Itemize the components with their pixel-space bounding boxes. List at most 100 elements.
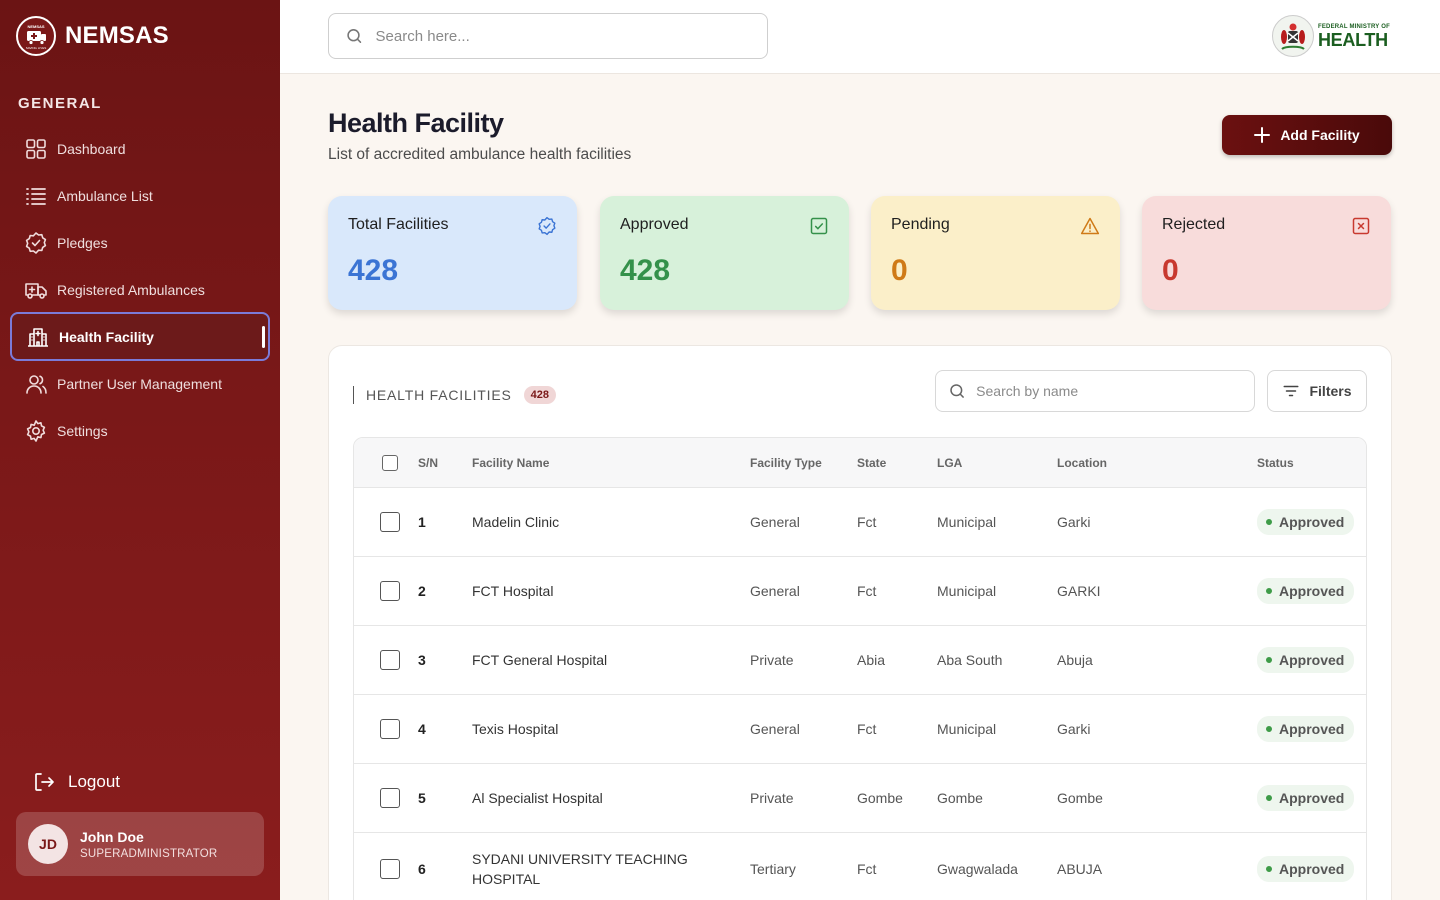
table-row[interactable]: 4 Texis Hospital General Fct Municipal G…	[354, 695, 1366, 764]
sidebar-item-registered-ambulances[interactable]: Registered Ambulances	[10, 266, 270, 313]
nemsas-logo-icon: NEMSAS SAVING LIVES	[16, 16, 56, 56]
plus-icon	[1254, 127, 1271, 143]
search-icon	[950, 384, 964, 398]
status-badge: Approved	[1257, 578, 1355, 604]
logout-icon	[35, 773, 54, 791]
column-header-state[interactable]: State	[857, 456, 886, 470]
cell-sn: 3	[418, 652, 426, 668]
global-search[interactable]	[328, 13, 768, 59]
user-name: John Doe	[80, 828, 144, 845]
cell-facility-name: FCT General Hospital	[472, 652, 608, 668]
sidebar-item-settings[interactable]: Settings	[10, 407, 270, 454]
cell-facility-name: Madelin Clinic	[472, 514, 560, 530]
cell-facility-type: General	[750, 721, 800, 737]
ministry-small-text: FEDERAL MINISTRY OF	[1317, 23, 1390, 30]
stat-card-pending: Pending 0	[871, 196, 1120, 310]
top-bar: FEDERAL MINISTRY OF HEALTH	[280, 0, 1440, 74]
logout-button[interactable]: Logout	[32, 770, 120, 794]
add-facility-button[interactable]: Add Facility	[1222, 115, 1392, 155]
column-header-lga[interactable]: LGA	[937, 456, 962, 470]
sidebar-item-label: Pledges	[57, 234, 108, 251]
search-by-name-input[interactable]	[976, 383, 1254, 399]
filters-button[interactable]: Filters	[1267, 370, 1367, 412]
stat-value: 0	[891, 254, 908, 287]
table-search[interactable]	[935, 370, 1255, 412]
cell-state: Fct	[857, 583, 877, 599]
status-badge: Approved	[1257, 716, 1355, 742]
grid-icon	[26, 138, 46, 159]
facilities-table: S/N Facility Name Facility Type State LG…	[353, 437, 1367, 900]
add-facility-label: Add Facility	[1280, 127, 1360, 143]
row-checkbox[interactable]	[380, 788, 400, 808]
row-checkbox[interactable]	[380, 650, 400, 670]
filters-label: Filters	[1309, 383, 1352, 399]
row-checkbox[interactable]	[380, 581, 400, 601]
cell-location: Garki	[1057, 514, 1091, 530]
column-header-facility-type[interactable]: Facility Type	[750, 456, 822, 470]
check-square-icon	[810, 217, 828, 235]
cell-lga: Municipal	[937, 583, 997, 599]
ambulance-icon	[25, 282, 47, 299]
sidebar: NEMSAS SAVING LIVES NEMSAS GENERAL Dashb…	[0, 0, 280, 900]
cell-location: Garki	[1057, 721, 1091, 737]
column-header-sn[interactable]: S/N	[418, 456, 438, 470]
cell-facility-type: Tertiary	[750, 860, 796, 877]
cell-state: Abia	[857, 652, 886, 668]
sidebar-item-label: Registered Ambulances	[57, 281, 205, 298]
stat-label: Approved	[620, 216, 689, 233]
stat-label: Rejected	[1162, 216, 1226, 233]
users-icon	[26, 374, 47, 394]
cell-lga: Aba South	[937, 652, 1003, 668]
filter-icon	[1283, 385, 1299, 397]
cell-state: Fct	[857, 514, 877, 530]
column-header-location[interactable]: Location	[1057, 456, 1107, 470]
row-checkbox[interactable]	[380, 719, 400, 739]
column-header-facility-name[interactable]: Facility Name	[472, 456, 549, 470]
sidebar-item-partner-user-management[interactable]: Partner User Management	[10, 360, 270, 407]
cell-facility-name: Al Specialist Hospital	[472, 790, 603, 806]
ministry-logo: FEDERAL MINISTRY OF HEALTH	[1271, 15, 1390, 57]
sidebar-item-ambulance-list[interactable]: Ambulance List	[10, 172, 270, 219]
badge-check-icon	[25, 231, 47, 254]
column-header-status[interactable]: Status	[1257, 456, 1294, 470]
table-row[interactable]: 5 Al Specialist Hospital Private Gombe G…	[354, 764, 1366, 833]
table-title-label: HEALTH FACILITIES	[366, 387, 512, 403]
select-all-checkbox[interactable]	[382, 455, 398, 471]
cell-state: Fct	[857, 721, 877, 737]
sidebar-item-dashboard[interactable]: Dashboard	[10, 125, 270, 172]
cell-lga: Municipal	[937, 514, 997, 530]
coat-of-arms-icon	[1271, 15, 1314, 57]
table-row[interactable]: 6 SYDANI UNIVERSITY TEACHING HOSPITAL Te…	[354, 833, 1366, 900]
cell-location: Gombe	[1057, 790, 1103, 806]
stat-card-total: Total Facilities 428	[328, 196, 577, 310]
row-checkbox[interactable]	[380, 859, 400, 879]
cell-facility-type: Private	[750, 790, 794, 806]
sidebar-item-health-facility[interactable]: Health Facility	[10, 312, 270, 361]
cell-location: ABUJA	[1057, 860, 1103, 877]
svg-text:SAVING LIVES: SAVING LIVES	[26, 46, 46, 50]
sidebar-nav: Dashboard Ambulance List Pledges Registe…	[10, 125, 270, 454]
logout-label: Logout	[68, 772, 120, 791]
page-subtitle: List of accredited ambulance health faci…	[328, 146, 632, 163]
table-row[interactable]: 3 FCT General Hospital Private Abia Aba …	[354, 626, 1366, 695]
table-row[interactable]: 1 Madelin Clinic General Fct Municipal G…	[354, 488, 1366, 557]
cell-sn: 1	[418, 514, 426, 530]
brand-name: NEMSAS	[65, 22, 169, 49]
count-badge: 428	[523, 386, 556, 404]
stat-value: 428	[348, 254, 399, 287]
search-input[interactable]	[375, 27, 767, 45]
sidebar-item-pledges[interactable]: Pledges	[10, 219, 270, 266]
user-profile-card[interactable]: JD John Doe SUPERADMINISTRATOR	[16, 812, 264, 876]
brand[interactable]: NEMSAS SAVING LIVES NEMSAS	[16, 16, 169, 56]
cell-sn: 2	[418, 583, 426, 599]
search-icon	[347, 29, 362, 43]
cell-facility-type: General	[750, 583, 800, 599]
x-square-icon	[1352, 217, 1370, 235]
stat-card-rejected: Rejected 0	[1142, 196, 1391, 310]
cell-sn: 6	[418, 860, 426, 877]
row-checkbox[interactable]	[380, 512, 400, 532]
table-row[interactable]: 2 FCT Hospital General Fct Municipal GAR…	[354, 557, 1366, 626]
hospital-icon	[28, 327, 48, 347]
table-header: S/N Facility Name Facility Type State LG…	[354, 438, 1366, 488]
cell-location: GARKI	[1057, 583, 1101, 599]
